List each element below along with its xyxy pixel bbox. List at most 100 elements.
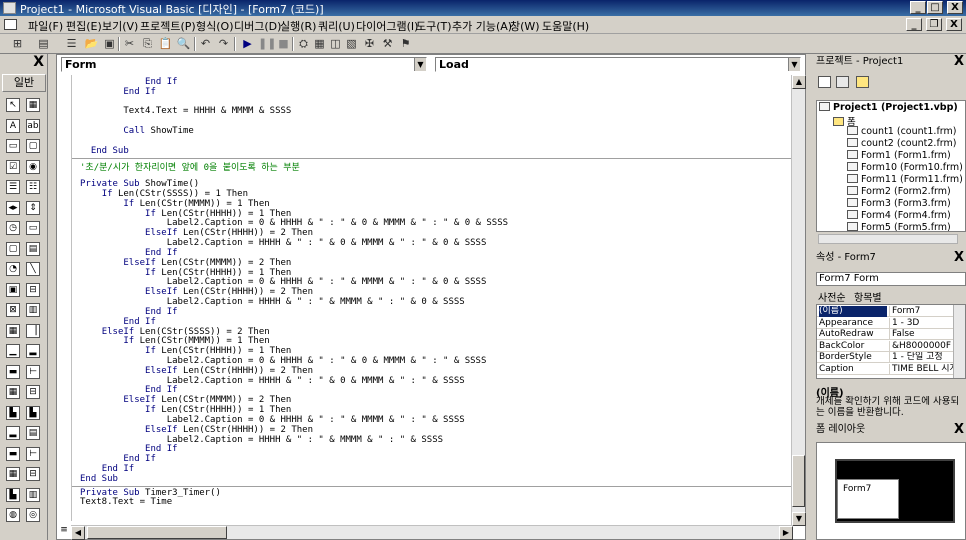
- property-value[interactable]: False: [889, 329, 953, 340]
- tree-form-item[interactable]: count1 (count1.frm): [847, 126, 956, 137]
- menu-run[interactable]: 실행(R): [280, 18, 316, 34]
- menu-edit[interactable]: 편집(E): [66, 18, 102, 34]
- tree-form-item[interactable]: Form5 (Form5.frm): [847, 222, 951, 231]
- tree-form-item[interactable]: Form2 (Form2.frm): [847, 186, 951, 197]
- scroll-right-icon[interactable]: ▶: [779, 526, 793, 540]
- grid-tool-icon[interactable]: ▥: [26, 303, 40, 317]
- property-row[interactable]: AutoRedraw False: [817, 329, 953, 340]
- vscrollbar-tool-icon[interactable]: ⇕: [26, 200, 40, 215]
- redo-icon[interactable]: ↷: [216, 37, 231, 51]
- image-tool-icon[interactable]: ▣: [6, 282, 20, 297]
- checkbox-tool-icon[interactable]: ☑: [6, 159, 20, 174]
- menu-editor-icon[interactable]: ☰: [64, 37, 79, 51]
- property-row[interactable]: BorderStyle 1 - 단일 고정: [817, 352, 953, 363]
- tree-project-root[interactable]: Project1 (Project1.vbp): [819, 102, 958, 113]
- menu-help[interactable]: 도움말(H): [542, 18, 589, 34]
- shape-tool-icon[interactable]: ◔: [6, 262, 20, 276]
- add-project-icon[interactable]: ⊞: [10, 37, 25, 51]
- control-b-tool-icon[interactable]: ▕: [26, 323, 40, 338]
- tab-alphabetic[interactable]: 사전순: [818, 289, 846, 304]
- control-k-tool-icon[interactable]: ▂: [6, 426, 20, 440]
- control-g-tool-icon[interactable]: ▦: [6, 385, 20, 399]
- start-icon[interactable]: ▶: [240, 37, 255, 51]
- tree-horizontal-scrollbar[interactable]: [818, 234, 958, 244]
- view-object-icon[interactable]: [836, 76, 849, 88]
- save-icon[interactable]: ▣: [102, 37, 117, 51]
- textbox-tool-icon[interactable]: ab: [26, 118, 40, 133]
- property-row[interactable]: Appearance 1 - 3D: [817, 317, 953, 329]
- project-close-button[interactable]: X: [954, 54, 964, 70]
- form7-preview[interactable]: Form7: [837, 479, 899, 519]
- tree-form-item[interactable]: Form3 (Form3.frm): [847, 198, 951, 209]
- picturebox-tool-icon[interactable]: ▦: [26, 98, 40, 112]
- minimize-button[interactable]: _: [910, 1, 926, 14]
- procedure-combo[interactable]: Load ▼: [435, 57, 801, 72]
- data-tool-icon[interactable]: ⊟: [26, 282, 40, 297]
- control-f-tool-icon[interactable]: ⊢: [26, 364, 40, 379]
- menu-addins[interactable]: 추가 기능(A): [452, 18, 512, 34]
- properties-window-icon[interactable]: ▦: [312, 37, 327, 51]
- properties-grid[interactable]: (이름) Form7 Appearance 1 - 3D AutoRedraw False…: [816, 304, 966, 379]
- control-j-tool-icon[interactable]: ▙: [26, 405, 40, 420]
- control-h-tool-icon[interactable]: ⊟: [26, 385, 40, 399]
- procedure-view-icon[interactable]: ≡: [57, 525, 71, 539]
- menu-file[interactable]: 파일(F): [28, 18, 63, 34]
- component-manager-icon[interactable]: ⚑: [398, 37, 413, 51]
- chevron-down-icon[interactable]: ▼: [414, 58, 426, 71]
- line-tool-icon[interactable]: ╲: [26, 262, 40, 276]
- scroll-down-icon[interactable]: ▼: [792, 512, 806, 526]
- scroll-thumb[interactable]: [792, 455, 805, 507]
- add-form-icon[interactable]: ▤: [36, 37, 51, 51]
- drivelist-tool-icon[interactable]: ▭: [26, 221, 40, 235]
- end-icon[interactable]: ■: [276, 37, 291, 51]
- pointer-tool-icon[interactable]: ↖: [6, 98, 20, 112]
- control-d-tool-icon[interactable]: ▂: [26, 344, 40, 358]
- menu-query[interactable]: 쿼리(U): [318, 18, 355, 34]
- chevron-down-icon[interactable]: ▼: [788, 58, 800, 71]
- form-layout-icon[interactable]: ◫: [328, 37, 343, 51]
- undo-icon[interactable]: ↶: [198, 37, 213, 51]
- project-explorer-icon[interactable]: ⛭: [296, 37, 311, 51]
- listbox-tool-icon[interactable]: ☷: [26, 180, 40, 194]
- frame-tool-icon[interactable]: ▭: [6, 139, 20, 153]
- view-code-icon[interactable]: [818, 76, 831, 88]
- menu-window[interactable]: 창(W): [510, 18, 540, 34]
- control-q-tool-icon[interactable]: ▙: [6, 487, 20, 502]
- close-button[interactable]: X: [947, 1, 963, 14]
- dirlist-tool-icon[interactable]: ▢: [6, 241, 20, 256]
- property-value[interactable]: &H8000000F: [889, 340, 953, 352]
- property-value[interactable]: Form7: [889, 306, 953, 317]
- property-row[interactable]: BackColor &H8000000F: [817, 340, 953, 352]
- control-r-tool-icon[interactable]: ▥: [26, 487, 40, 502]
- code-editor[interactable]: End If End If Text4.Text = HHHH & MMMM &…: [71, 75, 793, 521]
- property-value[interactable]: TIME BELL 시계: [889, 363, 953, 375]
- control-i-tool-icon[interactable]: ▙: [6, 405, 20, 420]
- menu-diagram[interactable]: 다이어그램(I): [356, 18, 418, 34]
- menu-tools[interactable]: 도구(T): [416, 18, 452, 34]
- toggle-folders-icon[interactable]: [856, 76, 869, 88]
- combobox-tool-icon[interactable]: ☰: [6, 180, 20, 194]
- menu-format[interactable]: 형식(O): [196, 18, 233, 34]
- label-tool-icon[interactable]: A: [6, 118, 20, 133]
- control-e-tool-icon[interactable]: ▬: [6, 364, 20, 379]
- menu-debug[interactable]: 디버그(D): [234, 18, 281, 34]
- tree-form-item[interactable]: Form4 (Form4.frm): [847, 210, 951, 221]
- data-view-icon[interactable]: ⚒: [380, 37, 395, 51]
- control-t-tool-icon[interactable]: ◎: [26, 508, 40, 522]
- optionbutton-tool-icon[interactable]: ◉: [26, 159, 40, 174]
- project-tree[interactable]: Project1 (Project1.vbp) 폼 count1 (count1…: [816, 100, 966, 232]
- break-icon[interactable]: ❚❚: [258, 37, 276, 51]
- child-close-button[interactable]: X: [946, 18, 962, 31]
- toolbox-tab-general[interactable]: 일반: [2, 74, 46, 92]
- filelist-tool-icon[interactable]: ▤: [26, 241, 40, 256]
- properties-close-button[interactable]: X: [954, 250, 964, 266]
- tree-form-item[interactable]: Form10 (Form10.frm): [847, 162, 963, 173]
- copy-icon[interactable]: ⎘: [140, 37, 155, 51]
- toolbox-close-button[interactable]: X: [33, 54, 44, 70]
- control-o-tool-icon[interactable]: ▦: [6, 467, 20, 481]
- control-l-tool-icon[interactable]: ▤: [26, 426, 40, 440]
- child-minimize-button[interactable]: _: [906, 18, 922, 31]
- toolbox-icon[interactable]: ✠: [362, 37, 377, 51]
- menu-view[interactable]: 보기(V): [102, 18, 138, 34]
- scroll-up-icon[interactable]: ▲: [792, 75, 806, 89]
